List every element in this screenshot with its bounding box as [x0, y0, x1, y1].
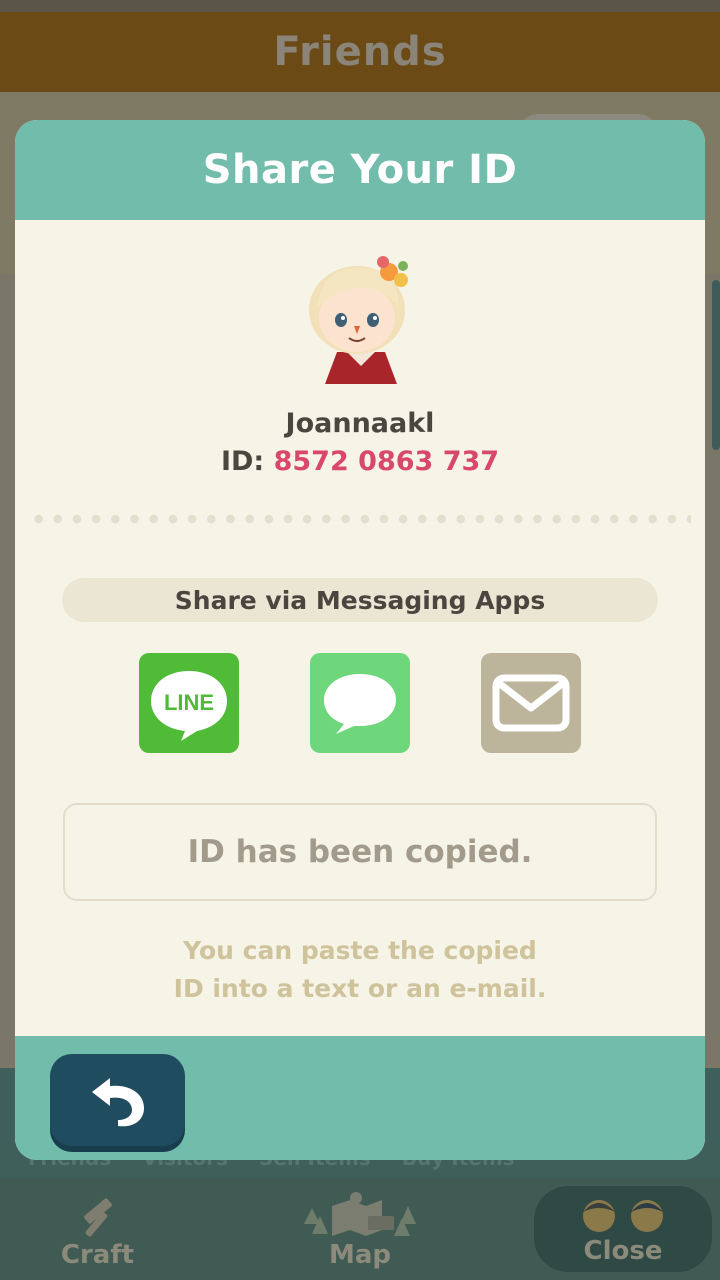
- share-mail-button[interactable]: [481, 653, 581, 753]
- background-title: Friends: [273, 29, 447, 75]
- paste-hint-line-1: You can paste the copied: [183, 936, 537, 965]
- back-button[interactable]: [50, 1054, 185, 1146]
- hammer-icon: [83, 1198, 112, 1237]
- share-id-modal: Share Your ID Joannaakl ID: 8572 0863 73…: [15, 120, 705, 1160]
- mail-icon: [492, 674, 570, 732]
- line-icon-label: LINE: [164, 690, 214, 715]
- share-messages-button[interactable]: [310, 653, 410, 753]
- modal-footer: [15, 1036, 705, 1160]
- dotted-divider: [29, 514, 691, 524]
- player-avatar: [309, 256, 408, 384]
- share-line-button[interactable]: LINE: [139, 653, 239, 753]
- speech-bubble-icon: [324, 674, 396, 734]
- nav-close[interactable]: Close: [534, 1186, 712, 1272]
- map-icon: [304, 1192, 416, 1236]
- friends-faces-icon: [583, 1200, 663, 1232]
- share-heading: Share via Messaging Apps: [62, 578, 658, 622]
- paste-hint-line-2: ID into a text or an e-mail.: [173, 974, 547, 1003]
- nav-close-label: Close: [583, 1236, 663, 1266]
- nav-map[interactable]: Map: [290, 1178, 430, 1280]
- background-header: Friends: [0, 0, 720, 92]
- modal-header: Share Your ID: [15, 120, 705, 220]
- line-icon: LINE: [151, 671, 227, 741]
- modal-title: Share Your ID: [202, 147, 518, 193]
- nav-craft[interactable]: Craft: [40, 1178, 155, 1280]
- back-arrow-icon: [91, 1078, 144, 1127]
- id-label: ID:: [220, 446, 265, 477]
- background-scrollbar: [712, 280, 720, 450]
- paste-hint: You can paste the copied ID into a text …: [15, 932, 705, 1008]
- nav-map-label: Map: [328, 1240, 392, 1270]
- bottom-nav: Craft Map Close: [0, 1178, 720, 1280]
- copied-message: ID has been copied.: [63, 803, 657, 901]
- username: Joannaakl: [285, 408, 435, 439]
- player-id: ID: 8572 0863 737: [15, 446, 705, 477]
- id-value: 8572 0863 737: [273, 446, 500, 477]
- nav-craft-label: Craft: [60, 1240, 135, 1270]
